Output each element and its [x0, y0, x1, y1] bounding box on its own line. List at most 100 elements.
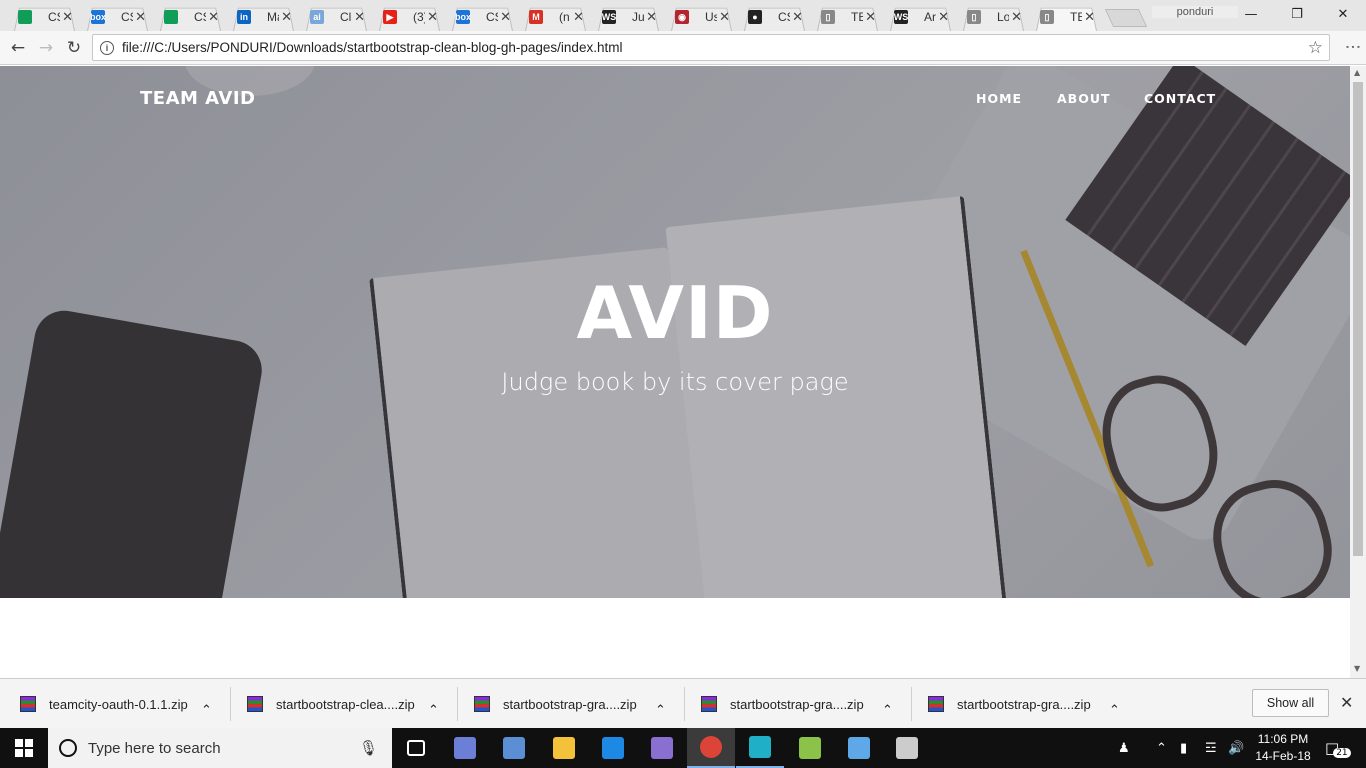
nav-about-link[interactable]: ABOUT: [1057, 91, 1111, 106]
download-item[interactable]: startbootstrap-clea....zip: [247, 689, 415, 719]
cortana-icon: [59, 739, 77, 757]
download-item[interactable]: startbootstrap-gra....zip: [474, 689, 637, 719]
webstorm-icon: WS: [601, 10, 617, 24]
scroll-up-icon[interactable]: ▲: [1354, 68, 1360, 77]
close-tab-icon[interactable]: ✕: [1084, 9, 1095, 25]
browser-tab[interactable]: ▶ (3)✕: [373, 3, 446, 31]
browser-tab[interactable]: ▯ TE ✕: [1030, 3, 1103, 31]
close-tab-icon[interactable]: ✕: [135, 9, 146, 25]
chevron-up-icon[interactable]: ⌃: [655, 695, 666, 725]
android-studio-icon[interactable]: [786, 728, 834, 768]
tab-title: TE: [1070, 10, 1083, 24]
microphone-icon[interactable]: 🎙: [359, 739, 378, 757]
close-tab-icon[interactable]: ✕: [1011, 9, 1022, 25]
maximize-icon[interactable]: ❐: [1274, 0, 1320, 28]
close-tab-icon[interactable]: ✕: [208, 9, 219, 25]
browser-tab[interactable]: ai Cl ✕: [300, 3, 373, 31]
system-clock[interactable]: 11:06 PM 14-Feb-18: [1250, 731, 1316, 765]
close-tab-icon[interactable]: ✕: [354, 9, 365, 25]
network-app-icon[interactable]: [441, 728, 489, 768]
app-box-icon[interactable]: [835, 728, 883, 768]
browser-tab[interactable]: ▯ TE ✕: [811, 3, 884, 31]
people-icon[interactable]: ♟: [1118, 728, 1130, 768]
volume-icon[interactable]: 🔊: [1228, 728, 1244, 768]
url-text: file:///C:/Users/PONDURI/Downloads/start…: [122, 40, 623, 55]
scroll-down-icon[interactable]: ▼: [1354, 664, 1360, 673]
download-item[interactable]: startbootstrap-gra....zip: [928, 689, 1091, 719]
download-item[interactable]: startbootstrap-gra....zip: [701, 689, 864, 719]
task-view-icon[interactable]: [392, 728, 440, 768]
nav-contact-link[interactable]: CONTACT: [1144, 91, 1216, 106]
close-tab-icon[interactable]: ✕: [281, 9, 292, 25]
browser-toolbar: ← → ↻ i file:///C:/Users/PONDURI/Downloa…: [0, 31, 1366, 65]
page-scrollbar[interactable]: ▲ ▼: [1350, 66, 1366, 678]
reload-icon[interactable]: ↻: [60, 34, 88, 62]
tab-title: CS: [121, 10, 133, 24]
windows-taskbar: Type here to search 🎙 ♟ ⌃ ▮ ☲ 🔊 11:06 PM…: [0, 728, 1366, 768]
tab-title: (3): [413, 10, 425, 24]
codeschool-icon: ◉: [675, 10, 689, 24]
close-tab-icon[interactable]: ✕: [719, 9, 730, 25]
file-explorer-icon[interactable]: [540, 728, 588, 768]
page-icon: ▯: [821, 10, 835, 24]
browser-tab[interactable]: M (n ✕: [519, 3, 592, 31]
tab-title: Lo: [997, 10, 1010, 24]
gmail-icon: M: [529, 10, 543, 24]
battery-icon[interactable]: ▮: [1180, 728, 1187, 768]
site-brand-link[interactable]: TEAM AVID: [140, 88, 255, 109]
chevron-up-icon[interactable]: ⌃: [428, 695, 439, 725]
browser-tab[interactable]: CS✕: [8, 3, 81, 31]
minimize-icon[interactable]: —: [1228, 0, 1274, 28]
tab-title: Us: [705, 10, 718, 24]
profile-button[interactable]: ponduri: [1152, 6, 1238, 18]
chevron-up-icon[interactable]: ⌃: [201, 695, 212, 725]
chevron-up-icon[interactable]: ⌃: [1109, 695, 1120, 725]
close-tab-icon[interactable]: ✕: [792, 9, 803, 25]
browser-tab[interactable]: ● CS✕: [738, 3, 811, 31]
linkedin-icon: in: [237, 10, 251, 24]
chevron-up-icon[interactable]: ⌃: [882, 695, 893, 725]
forward-icon[interactable]: →: [32, 34, 60, 62]
back-icon[interactable]: ←: [4, 34, 32, 62]
browser-tab[interactable]: WS Ar ✕: [884, 3, 957, 31]
close-tab-icon[interactable]: ✕: [427, 9, 438, 25]
page-icon: ▯: [967, 10, 981, 24]
action-center-icon[interactable]: □ 21: [1325, 728, 1351, 768]
close-tab-icon[interactable]: ✕: [573, 9, 584, 25]
chrome-icon[interactable]: [687, 728, 735, 768]
close-tab-icon[interactable]: ✕: [646, 9, 657, 25]
bookmark-star-icon[interactable]: ☆: [1308, 38, 1323, 58]
scrollbar-thumb[interactable]: [1353, 82, 1363, 556]
new-tab-button[interactable]: [1104, 9, 1148, 27]
address-bar[interactable]: i file:///C:/Users/PONDURI/Downloads/sta…: [92, 34, 1330, 61]
chrome-menu-icon[interactable]: ⋮: [1344, 39, 1363, 55]
browser-tab[interactable]: CS✕: [154, 3, 227, 31]
browser-tab[interactable]: box CS✕: [446, 3, 519, 31]
close-downloads-icon[interactable]: ✕: [1340, 693, 1353, 712]
terminal-icon[interactable]: [883, 728, 931, 768]
close-tab-icon[interactable]: ✕: [62, 9, 73, 25]
browser-tab[interactable]: in Ma✕: [227, 3, 300, 31]
browser-tab[interactable]: WS Ju ✕: [592, 3, 665, 31]
taskbar-search-box[interactable]: Type here to search 🎙: [48, 728, 392, 768]
browser-tab[interactable]: ▯ Lo ✕: [957, 3, 1030, 31]
edge-icon[interactable]: [589, 728, 637, 768]
close-window-icon[interactable]: ✕: [1320, 0, 1366, 28]
wifi-icon[interactable]: ☲: [1205, 728, 1217, 768]
webstorm-icon[interactable]: [736, 728, 784, 768]
chevron-up-icon[interactable]: ⌃: [1156, 728, 1167, 768]
browser-tab[interactable]: ◉ Us ✕: [665, 3, 738, 31]
start-button[interactable]: [0, 728, 48, 768]
show-all-downloads-button[interactable]: Show all: [1252, 689, 1329, 717]
download-item[interactable]: teamcity-oauth-0.1.1.zip: [20, 689, 188, 719]
remote-desktop-icon[interactable]: [490, 728, 538, 768]
site-info-icon[interactable]: i: [100, 40, 114, 55]
zip-file-icon: [474, 696, 490, 712]
browser-tab[interactable]: box CS✕: [81, 3, 154, 31]
nav-home-link[interactable]: HOME: [976, 91, 1022, 106]
close-tab-icon[interactable]: ✕: [938, 9, 949, 25]
close-tab-icon[interactable]: ✕: [500, 9, 511, 25]
zip-file-icon: [247, 696, 263, 712]
close-tab-icon[interactable]: ✕: [865, 9, 876, 25]
github-desktop-icon[interactable]: [638, 728, 686, 768]
